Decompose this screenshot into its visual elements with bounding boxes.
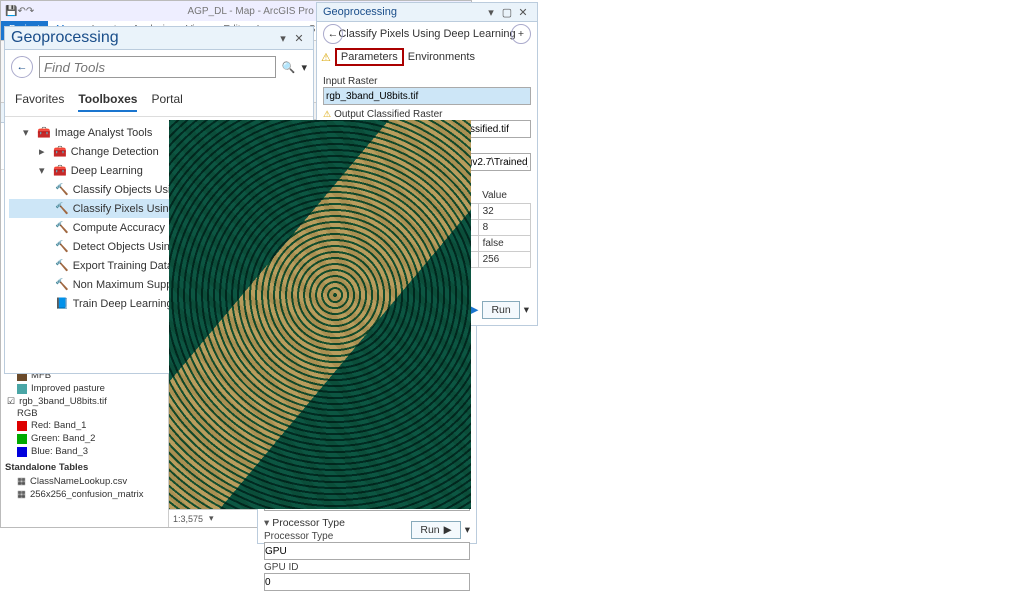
pane-header: Geoprocessing ▾ ✕	[5, 27, 313, 50]
layer-rgb[interactable]: rgb_3band_U8bits.tif	[5, 395, 164, 408]
legend-item: Blue: Band_3	[5, 445, 164, 458]
label-input-raster: Input Raster	[323, 76, 531, 87]
rgb-header: RGB	[5, 408, 164, 419]
tab-toolboxes[interactable]: Toolboxes	[78, 88, 137, 112]
toolbox-icon: 🧰	[37, 126, 51, 139]
input-gpu-id[interactable]	[264, 573, 470, 591]
label-gpu-id: GPU ID	[264, 562, 470, 573]
pane-title: Geoprocessing	[11, 29, 275, 47]
tab-portal[interactable]: Portal	[151, 88, 182, 112]
tab-environments[interactable]: Environments	[408, 51, 475, 63]
play-icon: ▶	[444, 524, 452, 536]
tool-name: Classify Pixels Using Deep Learning	[338, 28, 515, 40]
run-button[interactable]: Run▶	[411, 521, 460, 539]
col-value: Value	[478, 188, 530, 204]
list-item[interactable]: ▦ ClassNameLookup.csv	[5, 475, 164, 488]
tool-icon: 🔨	[55, 240, 69, 253]
search-icon[interactable]: 🔍	[282, 61, 296, 74]
search-dropdown-icon[interactable]: ▾	[301, 61, 307, 74]
input-raster-field[interactable]	[323, 87, 531, 105]
list-item[interactable]: ▦ 256x256_confusion_matrix	[5, 488, 164, 501]
swatch	[17, 434, 27, 444]
qat-icon[interactable]: 💾	[5, 6, 17, 17]
add-favorite-button[interactable]: +	[511, 24, 531, 44]
legend-item: Improved pasture	[5, 382, 164, 395]
tool-icon: 🔨	[55, 183, 69, 196]
tab-parameters[interactable]: Parameters	[335, 48, 404, 66]
back-button[interactable]: ←	[11, 56, 33, 78]
qat-icon[interactable]: ↶	[17, 6, 25, 17]
swatch	[17, 384, 27, 394]
back-button[interactable]: ←	[323, 24, 343, 44]
tool-icon: 🔨	[55, 202, 69, 215]
tab-favorites[interactable]: Favorites	[15, 88, 64, 112]
scale-dropdown-icon[interactable]: ▾	[209, 513, 214, 524]
run-dropdown-icon[interactable]: ▾	[524, 304, 529, 316]
swatch	[17, 421, 27, 431]
dropdown-icon[interactable]: ▾	[275, 31, 291, 45]
run-button[interactable]: Run	[482, 301, 519, 319]
input-processor-type[interactable]	[264, 542, 470, 560]
toolset-icon: 🧰	[53, 145, 67, 158]
scale-display[interactable]: 1:3,575	[173, 514, 203, 524]
toolset-icon: 🧰	[53, 164, 67, 177]
pane-title: Geoprocessing	[323, 6, 483, 18]
legend-item: Green: Band_2	[5, 432, 164, 445]
close-icon[interactable]: ✕	[515, 5, 531, 19]
close-icon[interactable]: ✕	[291, 31, 307, 45]
qat-icon[interactable]: ↷	[26, 6, 34, 17]
dropdown-icon[interactable]: ▾	[483, 5, 499, 19]
legend-item: Red: Band_1	[5, 419, 164, 432]
tool-icon: 🔨	[55, 278, 69, 291]
undock-icon[interactable]: ▢	[499, 5, 515, 19]
category-tabs: Favorites Toolboxes Portal	[5, 84, 313, 117]
pane-header: Geoprocessing ▾ ▢ ✕	[317, 3, 537, 22]
swatch	[17, 447, 27, 457]
tool-icon: 🔨	[55, 221, 69, 234]
search-input[interactable]	[39, 56, 276, 78]
tool-icon: 📘	[55, 297, 69, 310]
label-output-raster: Output Classified Raster	[323, 109, 531, 120]
map-canvas[interactable]	[169, 120, 471, 509]
tool-icon: 🔨	[55, 259, 69, 272]
warning-icon: ⚠	[321, 51, 331, 64]
play-icon: ▶	[470, 304, 478, 316]
standalone-tables-header: Standalone Tables	[5, 462, 164, 473]
map-view: 🗺 Map ✕ 1:3,575 ▾ 378,728.19E 3,071,515.…	[169, 103, 471, 527]
run-dropdown-icon[interactable]: ▾	[465, 524, 470, 536]
